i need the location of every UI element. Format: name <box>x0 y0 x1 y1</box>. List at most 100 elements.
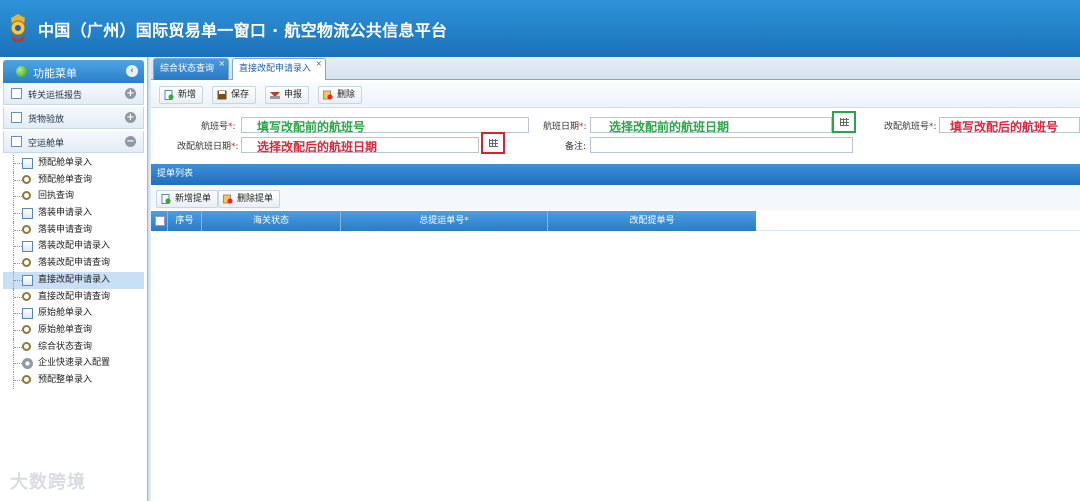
delete-button[interactable]: 删除 <box>318 86 363 104</box>
delete-label: 删除 <box>337 90 356 100</box>
sidebar-item[interactable]: 落装申请录入 <box>3 205 144 222</box>
declare-button[interactable]: 申报 <box>265 86 310 104</box>
column-header[interactable]: 序号 <box>168 211 202 231</box>
add-doc-icon <box>161 194 171 204</box>
new-button[interactable]: 新增 <box>159 86 204 104</box>
expand-plus-icon[interactable]: + <box>125 88 136 99</box>
sidebar-item[interactable]: 落装改配申请录入 <box>3 238 144 256</box>
app-window: 中国（广州）国际贸易单一窗口 · 航空物流公共信息平台 功能菜单 ‹ 转关运抵报… <box>0 0 1080 501</box>
sidebar-item[interactable]: 落装改配申请查询 <box>3 255 144 272</box>
new-flight-no-hint: 填写改配后的航班号 <box>950 120 1059 134</box>
collapse-minus-icon[interactable]: − <box>125 136 136 147</box>
sidebar-item[interactable]: 原始舱单录入 <box>3 305 144 322</box>
tree-connector <box>13 238 22 256</box>
tree-connector <box>13 205 22 222</box>
flight-no-hint: 填写改配前的航班号 <box>257 120 366 134</box>
save-label: 保存 <box>231 90 250 100</box>
watermark-text: 大数跨境 <box>10 472 86 493</box>
tree-connector <box>13 188 22 206</box>
column-header[interactable]: 海关状态 <box>202 211 341 231</box>
sidebar-item[interactable]: 综合状态查询 <box>3 338 144 356</box>
new-flight-date-calendar-button[interactable] <box>481 132 505 154</box>
sidebar-item-label: 落装改配申请查询 <box>38 258 111 269</box>
save-button[interactable]: 保存 <box>212 86 257 104</box>
column-header[interactable]: 改配提单号 <box>548 211 756 231</box>
tree-connector <box>13 371 22 389</box>
tree-connector <box>13 288 22 306</box>
bill-list-toolbar: 新增提单 删除提单 <box>151 186 1080 210</box>
search-icon <box>22 224 31 234</box>
menu-dot-icon <box>16 66 27 77</box>
grid-header-filler <box>756 211 1080 231</box>
sidebar-tree: 预配舱单录入预配舱单查询回执查询落装申请录入落装申请查询落装改配申请录入 落装改配… <box>3 155 144 389</box>
delete-icon <box>323 90 333 100</box>
sidebar-group-inspection[interactable]: 货物验放 + <box>3 107 144 129</box>
add-bill-button[interactable]: 新增提单 <box>156 190 219 208</box>
sidebar-group-transit[interactable]: 转关运抵报告 + <box>3 83 144 105</box>
sidebar-item-label: 落装申请录入 <box>38 208 93 219</box>
remark-label: 备注: <box>565 142 587 152</box>
column-header[interactable]: 总提运单号* <box>341 211 548 231</box>
add-bill-label: 新增提单 <box>175 194 212 204</box>
new-flight-date-hint: 选择改配后的航班日期 <box>257 140 378 154</box>
toolbar: 新增 保存 申报 删除 <box>151 82 1080 108</box>
declare-label: 申报 <box>284 90 303 100</box>
sidebar-item[interactable]: 原始舱单查询 <box>3 321 144 339</box>
expand-plus-icon[interactable]: + <box>125 112 136 123</box>
gear-icon <box>22 358 33 370</box>
flight-no-label: 航班号*: <box>201 122 236 132</box>
sidebar-item[interactable]: 直接改配申请录入 <box>3 271 144 289</box>
search-icon <box>22 258 31 268</box>
sidebar-item-label: 预配舱单查询 <box>38 174 93 185</box>
tab-bar: 综合状态查询 × 直接改配申请录入 × <box>151 57 1080 80</box>
close-icon[interactable]: × <box>315 53 322 74</box>
sidebar-item[interactable]: 企业快速录入配置 <box>3 355 144 372</box>
emblem-logo-icon <box>10 14 26 42</box>
collapse-sidebar-icon[interactable]: ‹ <box>126 65 138 77</box>
sidebar-item[interactable]: 回执查询 <box>3 188 144 206</box>
delete-bill-button[interactable]: 删除提单 <box>218 190 281 208</box>
flight-date-label: 航班日期*: <box>543 122 587 132</box>
menu-title: 功能菜单 <box>33 67 77 80</box>
tab-status-query[interactable]: 综合状态查询 × <box>153 58 230 80</box>
search-icon <box>22 291 31 301</box>
tree-connector <box>13 271 22 289</box>
folder-icon <box>11 88 22 99</box>
page-title: 中国（广州）国际贸易单一窗口 · 航空物流公共信息平台 <box>38 21 448 40</box>
group-label: 货物验放 <box>28 115 65 125</box>
flight-date-calendar-button[interactable] <box>832 111 856 133</box>
sidebar-item[interactable]: 预配舱单查询 <box>3 171 144 189</box>
sidebar-item-label: 原始舱单查询 <box>38 324 93 335</box>
calendar-icon <box>489 139 498 147</box>
sidebar-item-label: 落装改配申请录入 <box>38 241 111 252</box>
search-icon <box>22 324 31 334</box>
sidebar-item[interactable]: 落装申请查询 <box>3 221 144 239</box>
group-label: 转关运抵报告 <box>28 91 83 101</box>
bill-list-title: 提单列表 <box>151 164 1080 185</box>
tree-connector <box>13 155 22 172</box>
form-icon <box>22 308 33 320</box>
menu-header: 功能菜单 ‹ <box>3 60 144 83</box>
delete-icon <box>223 194 233 204</box>
sidebar-group-air-manifest[interactable]: 空运舱单 − <box>3 131 144 153</box>
bill-grid-header: 序号 海关状态 总提运单号* 改配提单号 <box>151 211 756 231</box>
folder-icon <box>11 136 22 147</box>
sidebar-item-label: 直接改配申请查询 <box>38 291 111 302</box>
sidebar-item[interactable]: 预配舱单录入 <box>3 155 144 172</box>
search-icon <box>22 341 31 351</box>
new-label: 新增 <box>178 90 197 100</box>
group-label: 空运舱单 <box>28 139 65 149</box>
tab-direct-realloc-entry[interactable]: 直接改配申请录入 × <box>232 58 327 80</box>
save-icon <box>217 90 227 100</box>
sidebar: 功能菜单 ‹ 转关运抵报告 + 货物验放 + 空运舱单 − 预配舱单录入 预配舱单… <box>0 57 148 501</box>
add-doc-icon <box>164 90 174 100</box>
form-icon <box>22 158 33 169</box>
folder-icon <box>11 112 22 123</box>
sidebar-item[interactable]: 预配整单录入 <box>3 371 144 389</box>
form-icon <box>22 208 33 220</box>
sidebar-item[interactable]: 直接改配申请查询 <box>3 288 144 306</box>
select-all-checkbox[interactable] <box>155 216 165 226</box>
close-icon[interactable]: × <box>218 53 225 74</box>
new-flight-no-label: 改配航班号*: <box>884 122 937 132</box>
remark-input[interactable] <box>590 137 853 153</box>
